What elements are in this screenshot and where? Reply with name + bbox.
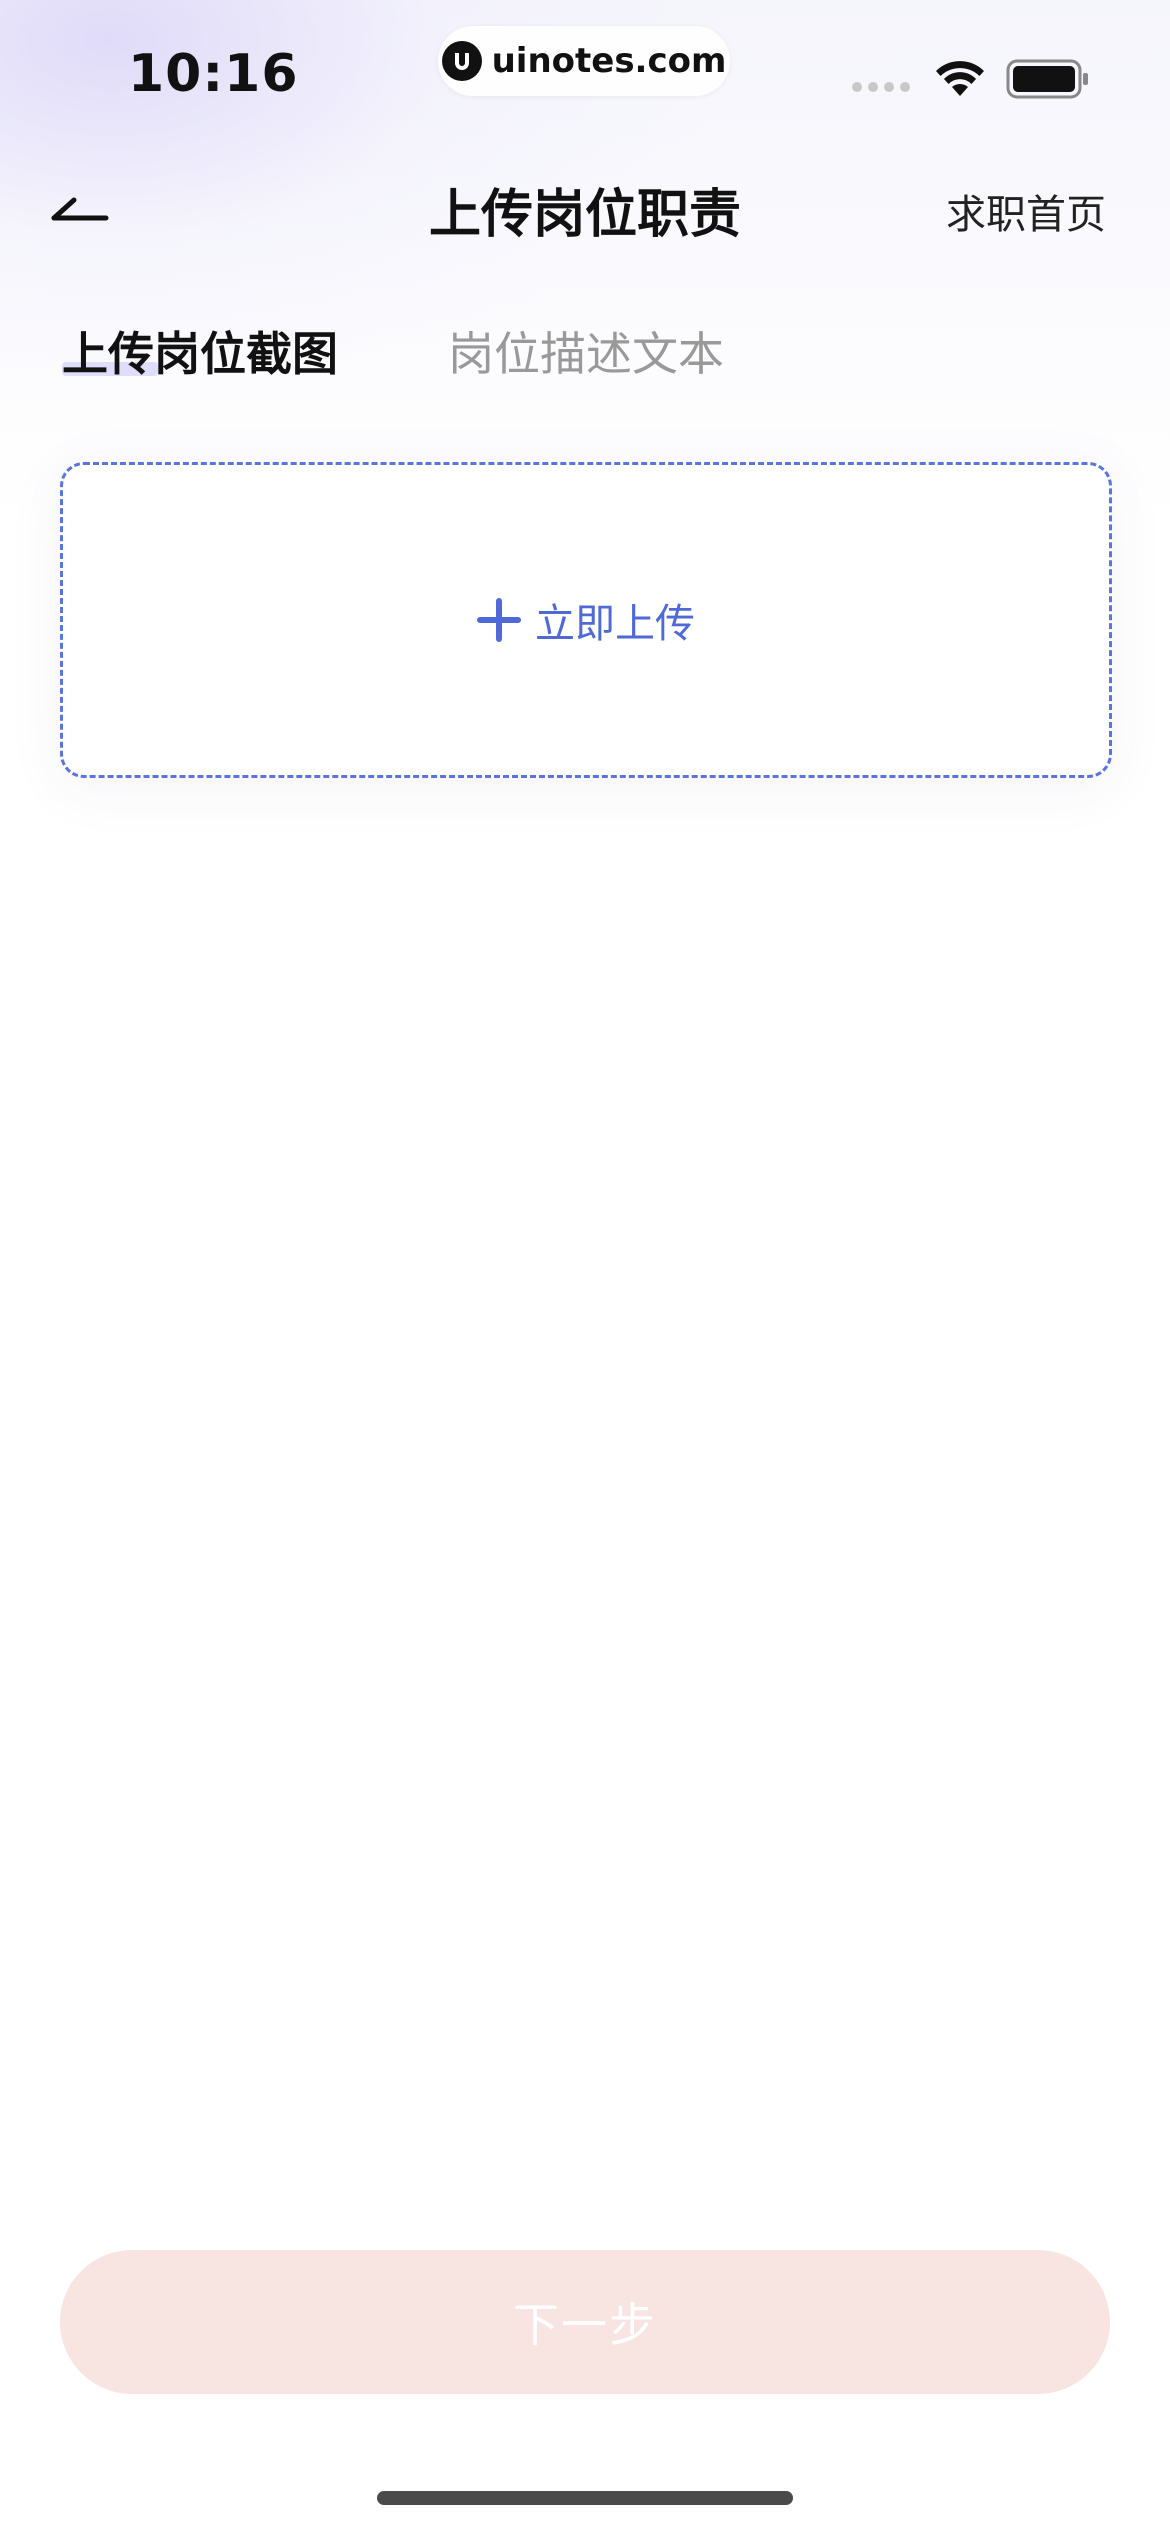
status-time: 10:16 xyxy=(128,44,299,104)
site-logo-icon xyxy=(441,41,482,81)
url-text: uinotes.com xyxy=(491,41,727,81)
plus-icon xyxy=(477,598,521,642)
wifi-icon xyxy=(934,58,986,102)
battery-icon xyxy=(1006,58,1090,104)
tab-bar: 上传岗位截图 岗位描述文本 xyxy=(0,300,1170,390)
upload-label: 立即上传 xyxy=(535,601,695,647)
upload-area[interactable]: 立即上传 xyxy=(60,462,1112,778)
status-bar: 10:16 uinotes.com xyxy=(0,0,1170,150)
signal-dots-icon xyxy=(852,82,910,92)
tab-job-description-text[interactable]: 岗位描述文本 xyxy=(448,318,724,384)
next-step-button[interactable]: 下一步 xyxy=(60,2250,1110,2394)
url-pill[interactable]: uinotes.com xyxy=(438,26,730,96)
tab-upload-screenshot[interactable]: 上传岗位截图 xyxy=(62,318,338,384)
nav-bar: 上传岗位职责 求职首页 xyxy=(0,150,1170,270)
job-home-link[interactable]: 求职首页 xyxy=(946,182,1106,240)
home-indicator xyxy=(377,2491,793,2505)
next-step-label: 下一步 xyxy=(513,2298,657,2352)
